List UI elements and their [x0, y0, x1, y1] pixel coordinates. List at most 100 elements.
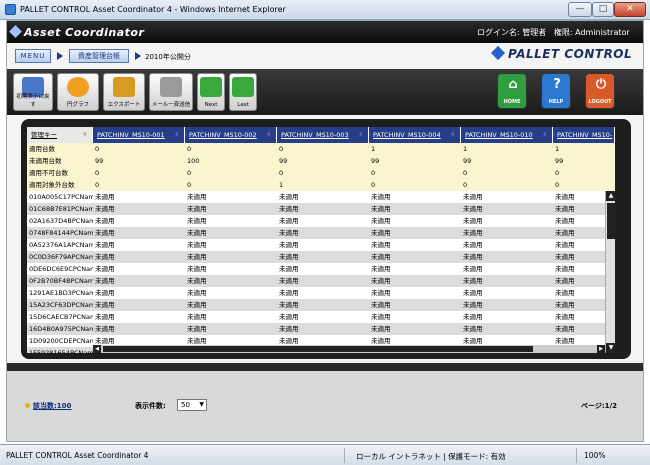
logout-icon: ⏻ — [595, 77, 607, 92]
scroll-left-icon[interactable]: ◀ — [93, 345, 101, 353]
sort-icon[interactable]: ⚡ — [358, 130, 365, 140]
table-cell: 1 — [371, 145, 376, 153]
help-button[interactable]: ? HELP — [541, 73, 571, 109]
toolbar-button-5[interactable]: Last — [229, 73, 257, 111]
table-row[interactable]: 15A23CF63DPCName 未適用 未適用 未適用 未適用 未適用 未適用 — [27, 299, 615, 311]
horizontal-scroll-thumb[interactable] — [103, 346, 533, 352]
row-key: 02A1637D4BPCName — [29, 217, 93, 225]
window-title: PALLET CONTROL Asset Coordinator 4 - Win… — [20, 5, 286, 14]
summary-row[interactable]: 適用対象外台数 0 0 1 0 0 0 — [27, 179, 615, 191]
column-header[interactable]: PATCHINV_MS10- — [553, 127, 615, 143]
sort-icon[interactable]: ⚡ — [174, 130, 181, 140]
status-separator — [344, 448, 345, 463]
table-cell: 未適用 — [95, 253, 115, 261]
table-cell: 0 — [187, 169, 192, 177]
row-key: 0C0D36F79APCName — [29, 253, 93, 261]
column-header[interactable]: PATCHINV_MS10-002 ⚡ — [185, 127, 277, 143]
table-cell: 未適用 — [463, 289, 483, 297]
table-cell: 0 — [371, 181, 376, 189]
home-button[interactable]: ⌂ HOME — [497, 73, 527, 109]
table-row[interactable]: 0A52376A1APCName 未適用 未適用 未適用 未適用 未適用 未適用 — [27, 239, 615, 251]
table-cell: 未適用 — [279, 193, 299, 201]
table-row[interactable]: 0748F84144PCName 未適用 未適用 未適用 未適用 未適用 未適用 — [27, 227, 615, 239]
minimize-button[interactable]: — — [568, 2, 592, 17]
toolbar-button-3[interactable]: メール一斉送信 — [149, 73, 193, 111]
toolbar-button-1[interactable]: 円グラフ — [57, 73, 99, 111]
table-cell: 未適用 — [279, 325, 299, 333]
table-row[interactable]: 02A1637D4BPCName 未適用 未適用 未適用 未適用 未適用 未適用 — [27, 215, 615, 227]
page-size-select[interactable]: 50 ▼ — [177, 399, 207, 411]
toolbar: 初期表示に戻す 円グラフ エクスポート メール一斉送信 Next Last ⌂ HOME ? HE… — [7, 69, 643, 115]
maximize-button[interactable]: □ — [592, 2, 614, 17]
table-row[interactable]: 16D4B0A975PCName 未適用 未適用 未適用 未適用 未適用 未適用 — [27, 323, 615, 335]
table-cell: 未適用 — [187, 241, 207, 249]
table-row[interactable]: 01C68B7E81PCName 未適用 未適用 未適用 未適用 未適用 未適用 — [27, 203, 615, 215]
table-cell: 未適用 — [279, 229, 299, 237]
toolbar-button-label: エクスポート — [107, 102, 141, 108]
column-header-key[interactable]: 管理キー ⚡ — [27, 127, 93, 143]
vertical-scrollbar[interactable]: ▲ ▼ — [605, 191, 615, 353]
column-header[interactable]: PATCHINV_MS10-001 ⚡ — [93, 127, 185, 143]
table-row[interactable]: 010A005C17PCName 未適用 未適用 未適用 未適用 未適用 未適用 — [27, 191, 615, 203]
vertical-scroll-thumb[interactable] — [607, 203, 615, 239]
table-cell: 未適用 — [371, 229, 391, 237]
scroll-up-icon[interactable]: ▲ — [606, 191, 615, 201]
table-row[interactable]: 0F2B70BF4BPCName 未適用 未適用 未適用 未適用 未適用 未適用 — [27, 275, 615, 287]
app-frame: Asset Coordinator ログイン名: 管理者 権限: Adminis… — [6, 20, 644, 442]
breadcrumb-period: 2010年公開分 — [145, 53, 191, 61]
table-cell: 未適用 — [371, 265, 391, 273]
table-cell: 99 — [279, 157, 288, 165]
toolbar-button-2[interactable]: エクスポート — [103, 73, 145, 111]
table-cell: 未適用 — [371, 289, 391, 297]
summary-row[interactable]: 未適用台数 99 100 99 99 99 99 — [27, 155, 615, 167]
row-key: 0A52376A1APCName — [29, 241, 93, 249]
table-row[interactable]: 0C0D36F79APCName 未適用 未適用 未適用 未適用 未適用 未適用 — [27, 251, 615, 263]
scroll-right-icon[interactable]: ▶ — [597, 345, 605, 353]
column-header[interactable]: PATCHINV_MS10-003 ⚡ — [277, 127, 369, 143]
summary-row[interactable]: 適用台数 0 0 0 1 1 1 — [27, 143, 615, 155]
table-cell: 未適用 — [95, 277, 115, 285]
column-header[interactable]: PATCHINV_MS10-010 ⚡ — [461, 127, 553, 143]
table-cell: 99 — [371, 157, 380, 165]
horizontal-scrollbar[interactable]: ◀ ▶ — [93, 345, 605, 353]
row-key: 15A23CF63DPCName — [29, 301, 93, 309]
row-key: 1291AE1BD3PCName — [29, 289, 93, 297]
close-button[interactable]: ✕ — [614, 2, 646, 17]
table-cell: 未適用 — [463, 193, 483, 201]
column-header[interactable]: PATCHINV_MS10-004 ⚡ — [369, 127, 461, 143]
toolbar-button-0[interactable]: 初期表示に戻す — [13, 73, 53, 111]
table-cell: 0 — [555, 169, 560, 177]
next-arrow-icon — [200, 77, 222, 97]
logo-diamond-icon — [9, 25, 22, 38]
table-row[interactable]: 15D6CAECB7PCName未適用未適用未適用未適用未適用未適用 — [27, 311, 615, 323]
app-logo: Asset Coordinator — [9, 25, 144, 39]
menu-button[interactable]: MENU — [15, 49, 51, 63]
status-separator — [576, 448, 577, 463]
sort-icon[interactable]: ⚡ — [82, 130, 89, 140]
window-titlebar: PALLET CONTROL Asset Coordinator 4 - Win… — [0, 0, 650, 20]
breadcrumb-asset-ledger[interactable]: 資産管理台帳 — [69, 49, 129, 63]
security-zone[interactable]: ローカル イントラネット | 保護モード: 有効 — [356, 451, 506, 462]
table-cell: 未適用 — [463, 301, 483, 309]
scroll-down-icon[interactable]: ▼ — [606, 343, 615, 353]
logout-button[interactable]: ⏻ LOGOUT — [585, 73, 615, 109]
toolbar-button-4[interactable]: Next — [197, 73, 225, 111]
chevron-down-icon: ▼ — [199, 401, 204, 408]
summary-row[interactable]: 適用不可台数 0 0 0 0 0 0 — [27, 167, 615, 179]
table-row[interactable]: 0DE6DC6E9CPCName未適用未適用未適用未適用未適用未適用 — [27, 263, 615, 275]
table-cell: 未適用 — [279, 265, 299, 273]
row-key: 0DE6DC6E9CPCName — [29, 265, 93, 273]
toolbar-button-label: Next — [204, 102, 218, 108]
toolbar-button-label: HOME — [503, 99, 521, 105]
toolbar-button-label: 初期表示に戻す — [16, 94, 50, 108]
sort-icon[interactable]: ⚡ — [450, 130, 457, 140]
toolbar-button-label: メール一斉送信 — [151, 102, 191, 108]
sort-icon[interactable]: ⚡ — [542, 130, 549, 140]
table-row[interactable]: 1291AE1BD3PCName 未適用 未適用 未適用 未適用 未適用 未適用 — [27, 287, 615, 299]
table-cell: 未適用 — [279, 253, 299, 261]
result-count[interactable]: 該当数:100 — [25, 401, 71, 411]
table-cell: 未適用 — [95, 229, 115, 237]
zoom-level[interactable]: 100% — [584, 451, 605, 460]
sort-icon[interactable]: ⚡ — [266, 130, 273, 140]
table-cell: 未適用 — [463, 277, 483, 285]
